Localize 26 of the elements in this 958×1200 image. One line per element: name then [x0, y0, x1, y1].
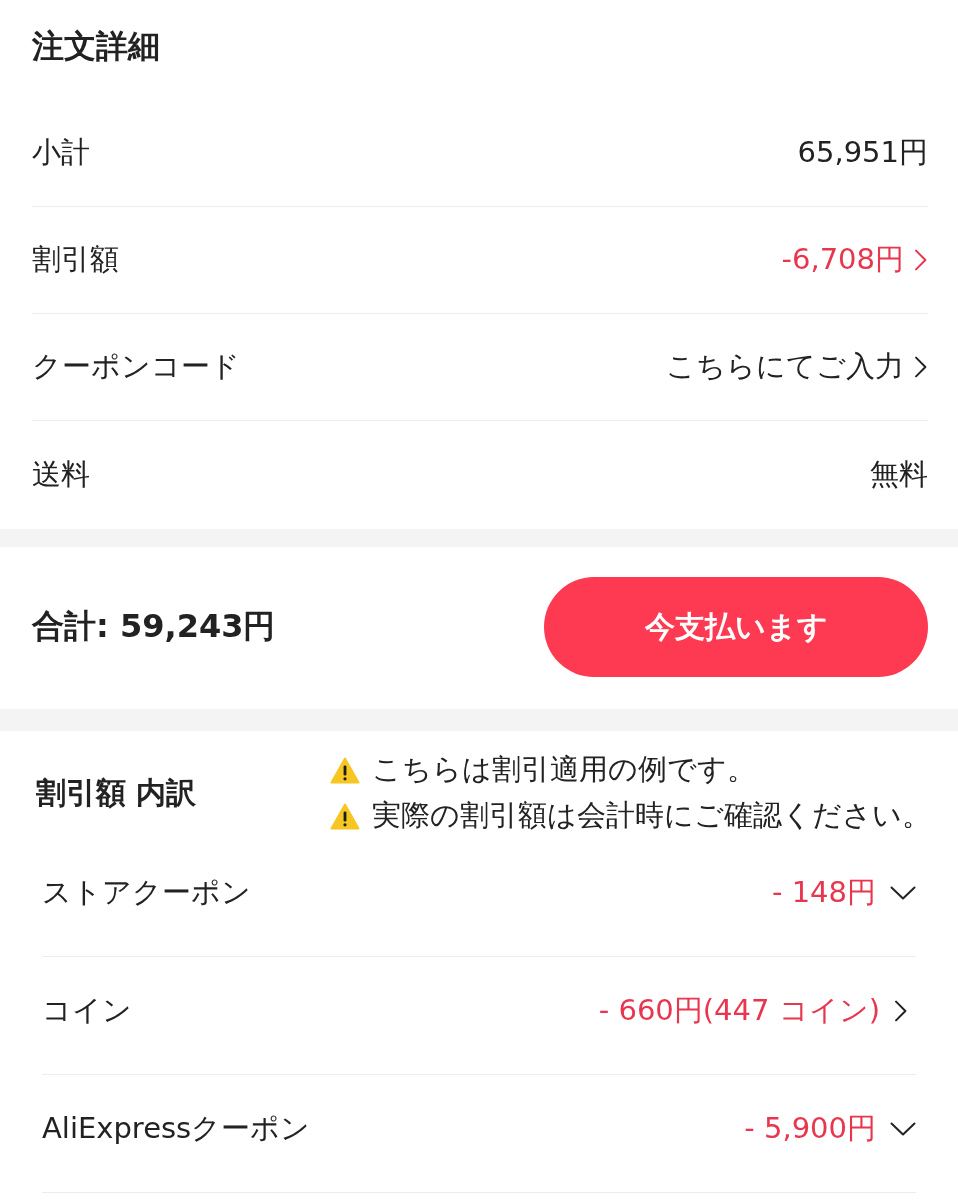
row-value[interactable]: - 148円 [771, 872, 876, 913]
order-total: 合計: 59,243円 [32, 606, 276, 647]
row-label: 割引額 [32, 241, 119, 278]
chevron-down-icon[interactable] [890, 885, 916, 900]
warning-icon [330, 756, 360, 784]
row-value: 65,951円 [797, 134, 928, 171]
row-value[interactable]: - 660円(447 コイン) [598, 990, 880, 1031]
notice-text: こちらは割引適用の例です。 [372, 752, 756, 788]
row-label: コイン [42, 991, 132, 1029]
row-value[interactable]: - 5,900円 [744, 1108, 876, 1149]
section-title: 注文詳細 [32, 26, 160, 66]
row-label: 小計 [32, 134, 90, 171]
chevron-down-icon[interactable] [890, 1121, 916, 1136]
row-value[interactable]: -6,708円 [781, 240, 904, 280]
pay-now-button[interactable]: 今支払います [544, 577, 928, 677]
chevron-right-icon[interactable] [894, 999, 908, 1022]
row-label: ストアクーポン [42, 873, 251, 911]
row-value: 無料 [870, 456, 928, 493]
warning-icon [330, 802, 360, 830]
section-title: 割引額 内訳 [36, 773, 197, 812]
row-label: クーポンコード [32, 348, 240, 385]
chevron-right-icon[interactable] [914, 356, 928, 378]
notice-text: 実際の割引額は会計時にご確認ください。 [372, 798, 931, 834]
row-label: 送料 [32, 456, 90, 493]
row-value[interactable]: こちらにてご入力 [666, 347, 904, 387]
row-label: AliExpressクーポン [42, 1109, 311, 1147]
